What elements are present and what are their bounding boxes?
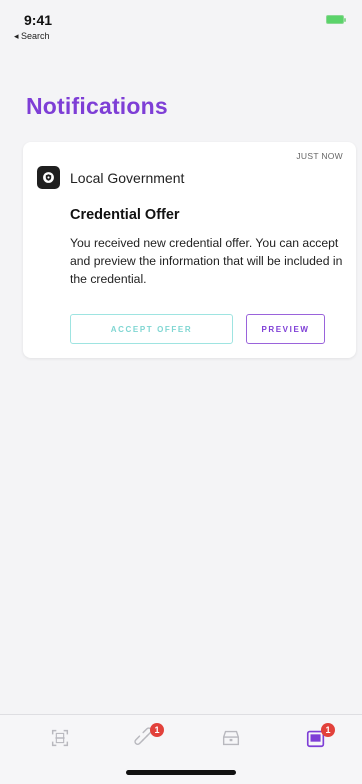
home-indicator: [126, 770, 236, 775]
preview-button[interactable]: PREVIEW: [246, 314, 325, 344]
page-title: Notifications: [26, 93, 168, 119]
notification-heading: Credential Offer: [70, 207, 180, 223]
connections-badge: 1: [150, 723, 164, 737]
tab-notifications[interactable]: 1: [296, 723, 336, 753]
notifications-badge: 1: [321, 723, 335, 737]
notification-body: You received new credential offer. You c…: [70, 236, 343, 286]
notification-card[interactable]: JUST NOW Local Government Credential Off…: [23, 142, 356, 358]
screen: 9:41 ◂ Search Notifications JUST NOW Loc…: [0, 0, 362, 784]
accept-offer-button[interactable]: ACCEPT OFFER: [70, 314, 233, 344]
back-to-search-link[interactable]: ◂ Search: [14, 31, 50, 42]
organization-row: Local Government: [37, 166, 184, 189]
scan-icon: [51, 729, 69, 747]
organization-logo-icon: [37, 166, 60, 189]
organization-name: Local Government: [70, 169, 185, 186]
tab-connections[interactable]: 1: [125, 723, 165, 753]
battery-icon: [326, 15, 346, 24]
shield-icon: [43, 172, 54, 183]
status-time: 9:41: [24, 12, 53, 28]
tab-scan[interactable]: [40, 723, 80, 753]
notification-time: JUST NOW: [296, 151, 343, 161]
tab-wallet[interactable]: [211, 723, 251, 753]
wallet-icon: [222, 730, 240, 746]
